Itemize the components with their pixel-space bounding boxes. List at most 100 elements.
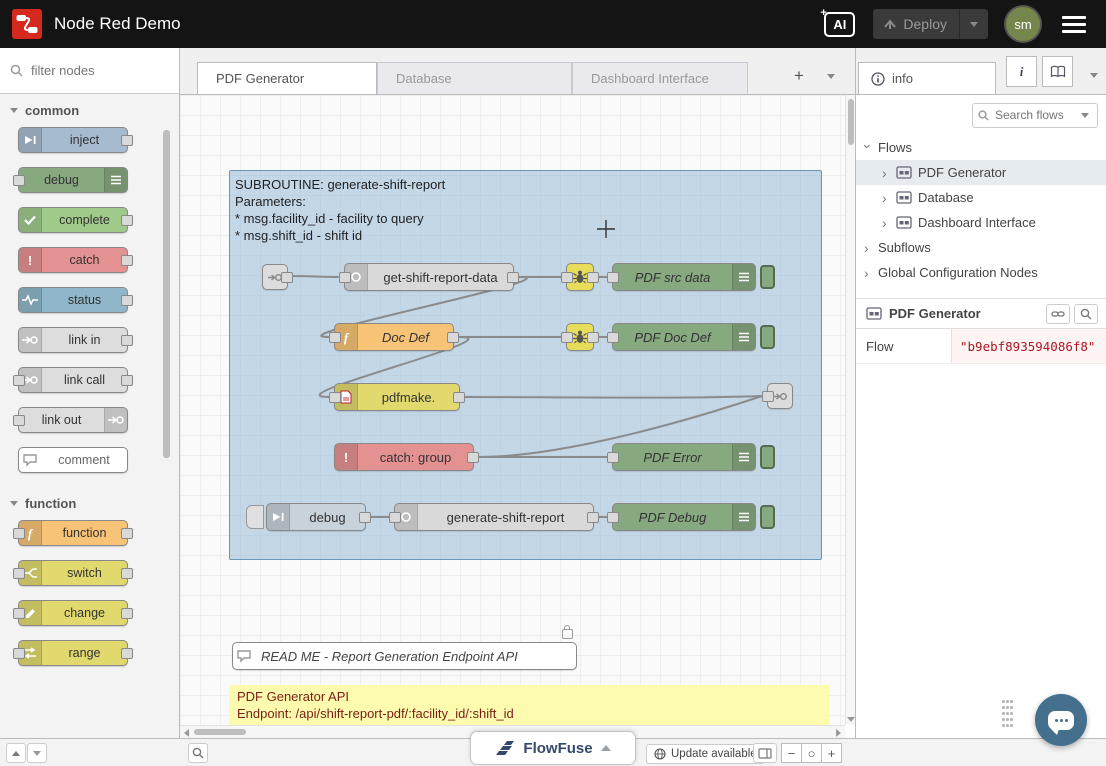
node-pdf-doc-def[interactable]: PDF Doc Def: [612, 323, 756, 351]
scrollbar-thumb[interactable]: [194, 729, 246, 735]
sidebar-menu-button[interactable]: [1090, 66, 1098, 81]
resize-grip[interactable]: [1002, 700, 1014, 730]
palette-node-link-out[interactable]: link out: [18, 407, 128, 433]
expand-all-button[interactable]: [27, 743, 47, 763]
node-doc-def[interactable]: f Doc Def: [334, 323, 454, 351]
zoom-out-button[interactable]: −: [781, 743, 802, 763]
tree-item-database[interactable]: › Database: [856, 185, 1106, 210]
flowfuse-button[interactable]: FlowFuse: [470, 731, 636, 765]
copy-link-button[interactable]: [1046, 304, 1070, 324]
node-generate-shift-report[interactable]: generate-shift-report: [394, 503, 594, 531]
debug-toggle-button[interactable]: [760, 265, 775, 289]
palette-node-complete[interactable]: complete: [18, 207, 128, 233]
output-port: [121, 255, 133, 266]
zoom-reset-button[interactable]: ○: [801, 743, 822, 763]
scroll-down-arrow[interactable]: [847, 717, 855, 722]
tree-item-pdf-generator[interactable]: › PDF Generator: [856, 160, 1106, 185]
input-port: [607, 512, 619, 523]
debug-toggle-button[interactable]: [760, 445, 775, 469]
palette-node-change[interactable]: change: [18, 600, 128, 626]
node-bug-2[interactable]: [566, 323, 594, 351]
scroll-left-arrow[interactable]: [184, 729, 189, 737]
node-pdf-src-data[interactable]: PDF src data: [612, 263, 756, 291]
tab-pdf-generator[interactable]: PDF Generator: [197, 62, 377, 94]
debug-toggle-button[interactable]: [760, 505, 775, 529]
sidebar-toggle-button[interactable]: [753, 743, 777, 763]
palette-filter-input[interactable]: [29, 62, 163, 79]
link-icon: [773, 391, 787, 402]
tab-database[interactable]: Database: [377, 62, 572, 94]
palette-filter[interactable]: [0, 48, 179, 94]
output-port: [467, 452, 479, 463]
collapse-all-button[interactable]: [6, 743, 26, 763]
input-port: [389, 512, 401, 523]
search-canvas-button[interactable]: [188, 743, 208, 763]
node-pdf-error[interactable]: PDF Error: [612, 443, 756, 471]
palette-node-link-in[interactable]: link in: [18, 327, 128, 353]
tree-item-subflows[interactable]: › Subflows: [856, 235, 1106, 260]
tab-info[interactable]: info: [858, 62, 996, 94]
palette-node-inject[interactable]: inject: [18, 127, 128, 153]
flow-tree: › Flows › PDF Generator › Database › Das…: [856, 135, 1106, 285]
node-get-shift-report-data[interactable]: get-shift-report-data: [344, 263, 514, 291]
chevron-icon: ›: [882, 190, 890, 206]
flow-canvas[interactable]: SUBROUTINE: generate-shift-report Parame…: [180, 95, 845, 738]
deploy-options-button[interactable]: [959, 9, 988, 39]
palette-node-link-call[interactable]: link call: [18, 367, 128, 393]
palette-node-range[interactable]: range: [18, 640, 128, 666]
user-avatar[interactable]: sm: [1006, 7, 1040, 41]
tree-item-dashboard-interface[interactable]: › Dashboard Interface: [856, 210, 1106, 235]
inject-icon: [267, 504, 290, 530]
ai-assistant-button[interactable]: +AI: [824, 12, 855, 37]
palette-node-switch[interactable]: switch: [18, 560, 128, 586]
flow-detail-header: PDF Generator: [856, 298, 1106, 329]
palette-node-status[interactable]: status: [18, 287, 128, 313]
vertical-scrollbar[interactable]: [845, 95, 855, 725]
palette-category-common[interactable]: common: [0, 94, 179, 127]
tree-item-global-config[interactable]: › Global Configuration Nodes: [856, 260, 1106, 285]
debug-list-icon: [732, 264, 755, 290]
tab-dashboard-interface[interactable]: Dashboard Interface: [572, 62, 748, 94]
node-inject-debug[interactable]: debug: [266, 503, 366, 531]
chat-widget-button[interactable]: [1035, 694, 1087, 746]
zoom-in-button[interactable]: +: [821, 743, 842, 763]
flow-list-button[interactable]: [818, 64, 844, 88]
search-flows-input[interactable]: [993, 107, 1077, 123]
palette-node-comment[interactable]: comment: [18, 447, 128, 473]
node-pdf-debug[interactable]: PDF Debug: [612, 503, 756, 531]
exclamation-icon: !: [19, 248, 42, 272]
node-link-in[interactable]: [262, 264, 288, 290]
deploy-button[interactable]: Deploy: [873, 9, 988, 39]
update-available-button[interactable]: Update available: [646, 744, 765, 764]
palette-node-function[interactable]: f function: [18, 520, 128, 546]
node-link-out[interactable]: [767, 383, 793, 409]
palette-node-catch[interactable]: ! catch: [18, 247, 128, 273]
palette-category-function[interactable]: function: [0, 487, 179, 520]
main-menu-button[interactable]: [1058, 12, 1090, 37]
node-catch-group[interactable]: ! catch: group: [334, 443, 474, 471]
inject-trigger-button[interactable]: [246, 505, 264, 529]
tree-item-flows[interactable]: › Flows: [856, 135, 1106, 160]
input-port: [561, 332, 573, 343]
search-flow-button[interactable]: [1074, 304, 1098, 324]
lock-icon: [562, 629, 573, 639]
node-readme-comment[interactable]: READ ME - Report Generation Endpoint API: [232, 642, 577, 670]
add-flow-button[interactable]: +: [786, 64, 812, 88]
scrollbar-thumb[interactable]: [848, 99, 854, 145]
debug-list-icon: [104, 168, 127, 192]
debug-toggle-button[interactable]: [760, 325, 775, 349]
chevron-down-icon: [1090, 73, 1098, 78]
scroll-right-arrow[interactable]: [836, 729, 841, 737]
node-pdfmake[interactable]: pdfmake.: [334, 383, 460, 411]
output-port: [121, 568, 133, 579]
palette-scrollbar[interactable]: [163, 130, 170, 458]
output-port: [121, 135, 133, 146]
palette-node-debug[interactable]: debug: [18, 167, 128, 193]
flowfuse-logo-icon: [495, 740, 515, 756]
search-flows-box[interactable]: [972, 103, 1098, 128]
info-tab-button[interactable]: i: [1006, 56, 1037, 87]
node-bug-1[interactable]: [566, 263, 594, 291]
search-icon: [192, 747, 204, 759]
help-tab-button[interactable]: [1042, 56, 1073, 87]
flow-id-value: "b9ebf893594086f8": [951, 329, 1106, 363]
